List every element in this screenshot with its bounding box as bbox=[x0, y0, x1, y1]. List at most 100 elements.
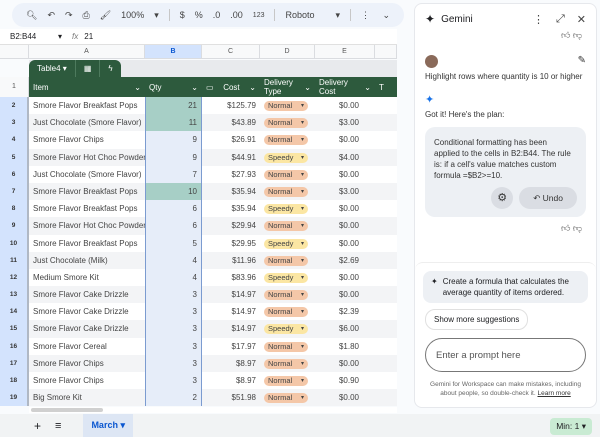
cell-delivery-cost[interactable]: $0.00 bbox=[315, 217, 375, 235]
table-smart-icon[interactable]: ϟ bbox=[100, 60, 120, 77]
cell-delivery-cost[interactable]: $0.00 bbox=[315, 268, 375, 287]
print-icon[interactable]: ⎙ bbox=[83, 10, 90, 21]
all-sheets-icon[interactable]: ≡ bbox=[55, 420, 61, 432]
thumbs-up-icon[interactable]: 👍︎ bbox=[561, 30, 570, 40]
close-icon[interactable]: ✕ bbox=[577, 13, 586, 26]
cell-delivery-type[interactable]: Speedy bbox=[260, 148, 315, 166]
cell-delivery-cost[interactable]: $0.00 bbox=[315, 389, 375, 407]
cell-partial[interactable] bbox=[375, 217, 397, 235]
cell-cost[interactable]: $14.97 bbox=[202, 286, 260, 304]
undo-button[interactable]: ↶ Undo bbox=[519, 187, 577, 209]
delivery-type-chip[interactable]: Speedy bbox=[264, 204, 308, 215]
cell-qty[interactable]: 2 bbox=[145, 389, 202, 407]
column-header-c[interactable]: C bbox=[202, 45, 260, 58]
delivery-type-chip[interactable]: Normal bbox=[264, 290, 308, 301]
cell-cost[interactable]: $29.94 bbox=[202, 217, 260, 235]
cell-cost[interactable]: $26.91 bbox=[202, 131, 260, 149]
row-number[interactable]: 1 bbox=[0, 77, 29, 97]
thumbs-up-icon[interactable]: 👍︎ bbox=[561, 223, 570, 233]
row-number[interactable]: 19 bbox=[0, 389, 29, 407]
currency-button[interactable]: $ bbox=[180, 10, 185, 20]
cell-partial[interactable] bbox=[375, 389, 397, 407]
cell-partial[interactable] bbox=[375, 303, 397, 321]
cell-partial[interactable] bbox=[375, 200, 397, 218]
cell-delivery-cost[interactable]: $4.00 bbox=[315, 148, 375, 166]
cell-qty[interactable]: 4 bbox=[145, 251, 202, 269]
cell-qty[interactable]: 4 bbox=[145, 268, 202, 287]
cell-qty[interactable]: 10 bbox=[145, 182, 202, 201]
cell-delivery-cost[interactable]: $0.00 bbox=[315, 200, 375, 218]
more-icon[interactable]: ⋮ bbox=[533, 13, 544, 26]
cell-qty[interactable]: 3 bbox=[145, 354, 202, 372]
column-header-f[interactable] bbox=[375, 45, 397, 58]
cell-cost[interactable]: $43.89 bbox=[202, 114, 260, 132]
cell-delivery-type[interactable]: Normal bbox=[260, 354, 315, 372]
cell-partial[interactable] bbox=[375, 354, 397, 372]
learn-more-link[interactable]: Learn more bbox=[537, 390, 570, 397]
name-box[interactable]: B2:B44 bbox=[0, 32, 58, 41]
cell-delivery-type[interactable]: Normal bbox=[260, 182, 315, 201]
decrease-decimal-button[interactable]: .0 bbox=[213, 10, 221, 20]
row-number[interactable]: 4 bbox=[0, 131, 29, 149]
cell-partial[interactable] bbox=[375, 268, 397, 287]
cell-delivery-cost[interactable]: $0.90 bbox=[315, 372, 375, 390]
cell-delivery-type[interactable]: Normal bbox=[260, 303, 315, 321]
more-icon[interactable]: ⋮ bbox=[361, 10, 370, 21]
cell-delivery-type[interactable]: Speedy bbox=[260, 268, 315, 287]
cell-delivery-type[interactable]: Normal bbox=[260, 114, 315, 132]
delivery-type-chip[interactable]: Normal bbox=[264, 358, 308, 369]
undo-icon[interactable]: ↶ bbox=[47, 10, 55, 21]
cell-cost[interactable]: $14.97 bbox=[202, 303, 260, 321]
paint-format-icon[interactable]: 🖌︎ bbox=[100, 10, 111, 21]
font-select[interactable]: Roboto bbox=[285, 10, 325, 20]
cell-cost[interactable]: $29.95 bbox=[202, 234, 260, 252]
cell-qty[interactable]: 3 bbox=[145, 303, 202, 321]
cell-qty[interactable]: 9 bbox=[145, 131, 202, 149]
cell-qty[interactable]: 6 bbox=[145, 217, 202, 235]
header-item[interactable]: Item ⌄ bbox=[29, 77, 145, 97]
row-number[interactable]: 2 bbox=[0, 97, 29, 115]
cell-partial[interactable] bbox=[375, 114, 397, 132]
cell-delivery-cost[interactable]: $0.00 bbox=[315, 97, 375, 115]
row-number[interactable]: 7 bbox=[0, 182, 29, 201]
delivery-type-chip[interactable]: Normal bbox=[264, 341, 308, 352]
cell-delivery-type[interactable]: Speedy bbox=[260, 200, 315, 218]
column-header-e[interactable]: E bbox=[315, 45, 375, 58]
column-header-d[interactable]: D bbox=[260, 45, 315, 58]
row-number[interactable]: 6 bbox=[0, 165, 29, 183]
table-name-button[interactable]: Table4 ▾ bbox=[29, 60, 76, 77]
header-cost[interactable]: ▭ Cost ⌄ bbox=[202, 77, 260, 97]
header-delivery-type[interactable]: Delivery Type ⌄ bbox=[260, 77, 315, 97]
delivery-type-chip[interactable]: Normal bbox=[264, 101, 308, 111]
row-number[interactable]: 9 bbox=[0, 217, 29, 235]
cell-delivery-type[interactable]: Normal bbox=[260, 165, 315, 183]
cell-cost[interactable]: $8.97 bbox=[202, 372, 260, 390]
zoom-select[interactable]: 100% bbox=[121, 10, 144, 20]
cell-item[interactable]: Smore Flavor Cake Drizzle bbox=[29, 320, 145, 338]
cell-delivery-type[interactable]: Speedy bbox=[260, 234, 315, 252]
cell-delivery-cost[interactable]: $0.00 bbox=[315, 165, 375, 183]
expand-icon[interactable]: ⤢ bbox=[556, 13, 565, 26]
delivery-type-chip[interactable]: Normal bbox=[264, 376, 308, 386]
delivery-type-chip[interactable]: Normal bbox=[264, 393, 308, 404]
formula-input[interactable]: 21 bbox=[84, 32, 93, 41]
row-number[interactable]: 16 bbox=[0, 337, 29, 355]
delivery-type-chip[interactable]: Normal bbox=[264, 169, 308, 180]
cell-delivery-cost[interactable]: $2.39 bbox=[315, 303, 375, 321]
row-number[interactable]: 15 bbox=[0, 320, 29, 338]
cell-delivery-type[interactable]: Speedy bbox=[260, 320, 315, 338]
cell-item[interactable]: Smore Flavor Breakfast Pops bbox=[29, 182, 145, 201]
header-partial[interactable]: T bbox=[375, 77, 397, 97]
delivery-type-chip[interactable]: Normal bbox=[264, 135, 308, 146]
cell-item[interactable]: Smore Flavor Chips bbox=[29, 372, 145, 390]
cell-cost[interactable]: $27.93 bbox=[202, 165, 260, 183]
row-number[interactable]: 18 bbox=[0, 372, 29, 390]
cell-delivery-type[interactable]: Normal bbox=[260, 217, 315, 235]
cell-cost[interactable]: $17.97 bbox=[202, 337, 260, 355]
add-sheet-icon[interactable]: + bbox=[34, 419, 41, 433]
cell-partial[interactable] bbox=[375, 97, 397, 115]
cell-cost[interactable]: $35.94 bbox=[202, 182, 260, 201]
cell-cost[interactable]: $8.97 bbox=[202, 354, 260, 372]
delivery-type-chip[interactable]: Speedy bbox=[264, 324, 308, 335]
scrollbar-thumb[interactable] bbox=[31, 408, 103, 412]
